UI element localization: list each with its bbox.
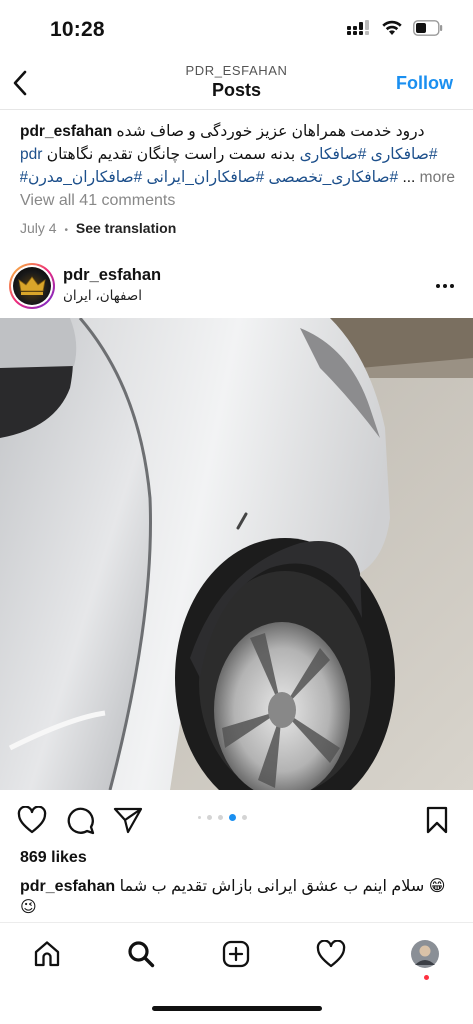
avatar[interactable] (9, 263, 55, 309)
like-button[interactable] (16, 804, 48, 836)
search-icon (128, 941, 155, 968)
view-comments-link[interactable]: View all 41 comments (20, 192, 175, 210)
comment-emoji: 😁 (428, 878, 446, 895)
carousel-dot (198, 816, 201, 819)
battery-icon (413, 20, 443, 36)
activity-heart-icon (316, 940, 346, 968)
status-bar: 10:28 (0, 0, 473, 60)
comment-emoji-wink: 😉 (20, 899, 37, 916)
heart-icon (17, 806, 47, 834)
caption-block: درود خدمت همراهان عزیز خوردگی و صاف شده … (20, 120, 455, 189)
post-meta: July 4 • See translation (20, 220, 176, 236)
tab-profile[interactable] (408, 937, 442, 971)
see-translation-link[interactable]: See translation (76, 220, 176, 236)
cellular-signal-icon (347, 20, 369, 35)
wifi-icon (382, 20, 402, 35)
profile-avatar (411, 940, 439, 968)
carousel-dot (207, 815, 212, 820)
carousel-indicator (198, 814, 247, 821)
tab-activity[interactable] (314, 937, 348, 971)
post-image[interactable] (0, 318, 473, 790)
carousel-dot-active (229, 814, 236, 821)
tab-home[interactable] (30, 937, 64, 971)
post-location[interactable]: اصفهان، ایران (63, 288, 142, 304)
more-options-button[interactable] (435, 276, 455, 296)
save-button[interactable] (421, 804, 453, 836)
caption-line-2: #صافکاری #صافکاری بدنه سمت راست چانگان ت… (20, 143, 455, 166)
nav-bar: PDR_ESFAHAN Posts Follow (0, 60, 473, 110)
follow-button[interactable]: Follow (396, 73, 453, 94)
post-date: July 4 (20, 220, 57, 236)
comment-button[interactable] (64, 804, 96, 836)
carousel-dot (218, 815, 223, 820)
likes-count[interactable]: 869 likes (20, 849, 87, 867)
caption-ellipsis: ... (402, 169, 416, 186)
comment-text: سلام اینم ب عشق ایرانی بازاش تقدیم ب شما (119, 878, 425, 895)
status-icons (347, 20, 443, 36)
more-horizontal-icon (436, 284, 454, 288)
send-paper-plane-icon (113, 807, 143, 834)
caption-hashtags-2[interactable]: #صافکاری #صافکاری (300, 146, 438, 163)
create-icon (222, 940, 250, 968)
meta-separator: • (64, 225, 68, 236)
post-username[interactable]: pdr_esfahan (63, 266, 161, 285)
caption-prefix-2[interactable]: pdr (20, 146, 42, 163)
caption-hashtags-3[interactable]: #صافکاری_تخصصی #صافکاران_ایرانی #صافکارا… (20, 169, 398, 186)
status-time: 10:28 (50, 18, 105, 41)
bookmark-icon (426, 806, 448, 834)
post-actions (0, 800, 473, 840)
more-link[interactable]: more (420, 169, 455, 186)
notification-dot (424, 975, 429, 980)
top-comment: 😁 سلام اینم ب عشق ایرانی بازاش تقدیم ب ش… (20, 876, 455, 898)
caption-text-2: بدنه سمت راست چانگان تقدیم نگاهتان (46, 146, 296, 163)
comment-username[interactable]: pdr_esfahan (20, 878, 115, 895)
tab-search[interactable] (124, 937, 158, 971)
post-header: pdr_esfahan اصفهان، ایران (0, 258, 473, 314)
comment-bubble-icon (67, 807, 95, 835)
logo-crown-icon (18, 276, 46, 295)
caption-line-3: more ... #صافکاری_تخصصی #صافکاران_ایرانی… (20, 166, 455, 189)
share-button[interactable] (112, 804, 144, 836)
carousel-dot (242, 815, 247, 820)
caption-username[interactable]: pdr_esfahan (20, 123, 112, 140)
car-fender-photo (0, 318, 473, 790)
tab-create[interactable] (219, 937, 253, 971)
caption-text-1: درود خدمت همراهان عزیز خوردگی و صاف شده (116, 123, 425, 140)
home-icon (34, 941, 60, 967)
caption-line-1: درود خدمت همراهان عزیز خوردگی و صاف شده … (20, 120, 455, 143)
home-indicator (152, 1006, 322, 1011)
